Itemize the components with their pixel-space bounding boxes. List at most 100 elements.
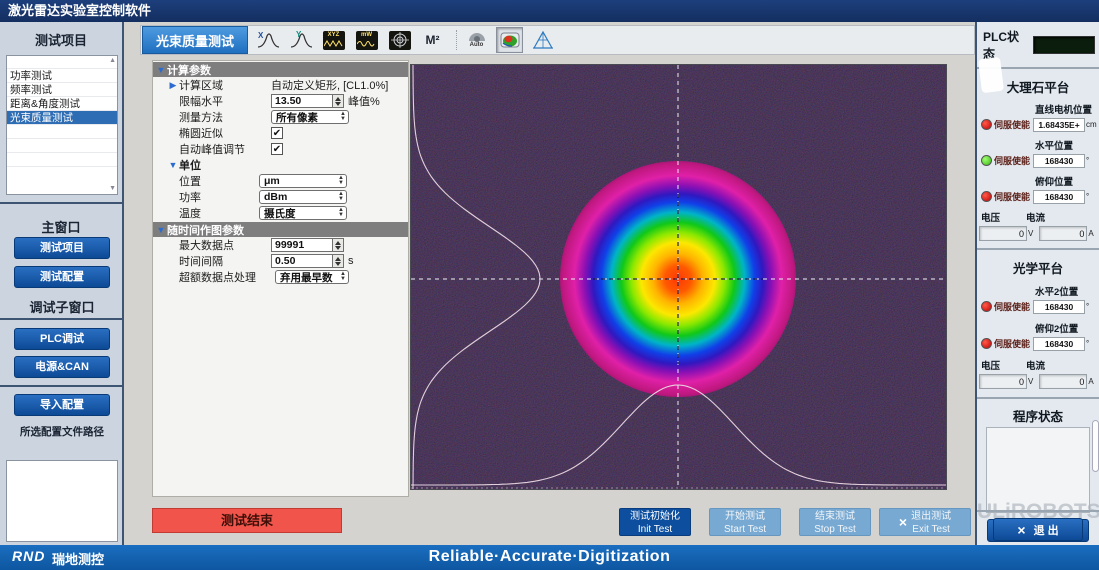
sidebar-header-test-items: 测试项目 [0, 30, 122, 49]
close-icon: × [1017, 522, 1025, 538]
stop-test-button[interactable]: 结束测试 Stop Test [799, 508, 871, 536]
power-can-button[interactable]: 电源&CAN [14, 356, 110, 378]
scroll-up-icon[interactable]: ▲ [109, 57, 116, 65]
expand-arrow-icon[interactable]: ▶ [167, 80, 179, 91]
calc-params-header[interactable]: ▼ 计算参数 [153, 62, 408, 77]
list-item-blank [7, 56, 117, 69]
m-squared-icon[interactable]: M² [419, 27, 446, 53]
servo-row-horizontal: 伺服使能 168430 ° [977, 152, 1099, 169]
exit-button[interactable]: × 退 出 [993, 518, 1083, 541]
marble-voltage-value: 0 [979, 226, 1027, 241]
power-unit-dropdown[interactable]: dBm ▲▼ [259, 190, 347, 204]
servo-led-red-icon [981, 301, 992, 312]
power-waveform-icon[interactable]: mW [353, 27, 380, 53]
init-test-button[interactable]: 测试初始化 Init Test [619, 508, 691, 536]
sidebar-item-frequency-test[interactable]: 频率测试 [7, 83, 117, 97]
param-row-clip-level: 限幅水平 峰值% [153, 93, 408, 109]
tab-beam-quality-test[interactable]: 光束质量测试 [142, 26, 248, 54]
collapse-arrow-icon[interactable]: ▼ [155, 225, 167, 235]
ellipse-checkbox[interactable]: ✔ [271, 127, 283, 139]
horizontal-gaussian-profile [411, 385, 947, 485]
divider [0, 318, 124, 320]
beam-target-icon[interactable] [386, 27, 413, 53]
overflow-dropdown[interactable]: 弃用最早数 ▲▼ [275, 270, 349, 284]
x-profile-icon[interactable]: X [254, 27, 281, 53]
beam-2d-view-icon[interactable] [496, 27, 523, 53]
program-status-title: 程序状态 [977, 406, 1099, 425]
scroll-down-icon[interactable]: ▼ [109, 185, 116, 193]
auto-exposure-icon[interactable]: Auto [463, 27, 490, 53]
dropdown-arrows-icon: ▲▼ [336, 191, 346, 203]
clip-level-spinner[interactable] [333, 94, 344, 108]
autopeak-checkbox[interactable]: ✔ [271, 143, 283, 155]
max-points-input[interactable] [271, 238, 333, 252]
config-path-box[interactable] [6, 460, 118, 542]
horizontal2-position-value: 168430 [1033, 300, 1085, 314]
beam-3d-view-icon[interactable] [529, 27, 556, 53]
x-letter: X [258, 31, 264, 40]
test-items-button[interactable]: 测试项目 [14, 237, 110, 259]
rnd-logo: RND [12, 548, 45, 564]
plc-status-indicator [1033, 36, 1095, 54]
interval-input[interactable] [271, 254, 333, 268]
position-unit-dropdown[interactable]: μm ▲▼ [259, 174, 347, 188]
measure-method-dropdown[interactable]: 所有像素 ▲▼ [271, 110, 349, 124]
divider [0, 202, 124, 204]
sidebar-item-distance-angle-test[interactable]: 距离&角度测试 [7, 97, 117, 111]
test-finished-button[interactable]: 测试结束 [152, 508, 342, 533]
profile-overlay [411, 65, 947, 490]
debug-window-header: 调试子窗口 [0, 297, 124, 316]
param-row-measure-method: 测量方法 所有像素 ▲▼ [153, 109, 408, 125]
toolbar: 光束质量测试 X Y XYZ [140, 25, 975, 55]
max-points-spinner[interactable] [333, 238, 344, 252]
param-row-units-header: ▼ 单位 [153, 157, 408, 173]
servo-led-red-icon [981, 119, 992, 130]
param-row-temp-unit: 温度 摄氏度 ▲▼ [153, 205, 408, 221]
white-sticker [978, 57, 1004, 93]
start-test-button[interactable]: 开始测试 Start Test [709, 508, 781, 536]
rnd-logo-cn: 瑞地测控 [52, 549, 104, 568]
servo-row-linear-motor: 伺服使能 1.68435E+ cm [977, 116, 1099, 133]
param-row-overflow: 超额数据点处理 弃用最早数 ▲▼ [153, 269, 408, 285]
marble-current-value: 0 [1039, 226, 1087, 241]
app-window: 激光雷达实验室控制软件 测试项目 ▲ 功率测试 频率测试 距离&角度测试 光束质… [0, 0, 1099, 570]
sidebar-item-beam-quality-test[interactable]: 光束质量测试 [7, 111, 117, 125]
param-row-interval: 时间间隔 s [153, 253, 408, 269]
plc-debug-button[interactable]: PLC调试 [14, 328, 110, 350]
scrollbar-handle[interactable] [1092, 420, 1099, 472]
time-plot-params-header[interactable]: ▼ 随时间作图参数 [153, 222, 408, 237]
collapse-arrow-icon[interactable]: ▼ [155, 65, 167, 75]
servo-row-horizontal2: 伺服使能 168430 ° [977, 298, 1099, 315]
beam-profile-display [410, 64, 947, 490]
servo-row-pitch: 伺服使能 168430 ° [977, 188, 1099, 205]
xyz-waveform-icon[interactable]: XYZ [320, 27, 347, 53]
pitch2-position-value: 168430 [1033, 337, 1085, 351]
sidebar-item-power-test[interactable]: 功率测试 [7, 69, 117, 83]
optical-platform-title: 光学平台 [977, 258, 1099, 277]
optical-current-value: 0 [1039, 374, 1087, 389]
status-bar: RND 瑞地测控 Reliable·Accurate·Digitization [0, 545, 1099, 570]
servo-led-green-icon [981, 155, 992, 166]
list-item-blank [7, 125, 117, 139]
param-row-power-unit: 功率 dBm ▲▼ [153, 189, 408, 205]
collapse-arrow-icon[interactable]: ▼ [167, 160, 179, 170]
clip-level-input[interactable] [271, 94, 333, 108]
program-status-box [986, 427, 1090, 513]
config-path-label: 所选配置文件路径 [0, 424, 124, 439]
test-config-button[interactable]: 测试配置 [14, 266, 110, 288]
y-profile-icon[interactable]: Y [287, 27, 314, 53]
param-row-ellipse: 椭圆近似 ✔ [153, 125, 408, 141]
dropdown-arrows-icon: ▲▼ [338, 271, 348, 283]
dropdown-arrows-icon: ▲▼ [336, 175, 346, 187]
optical-voltage-value: 0 [979, 374, 1027, 389]
import-config-button[interactable]: 导入配置 [14, 394, 110, 416]
right-status-panel: PLC状态 大理石平台 直线电机位置 伺服使能 1.68435E+ cm 水平位… [975, 22, 1099, 545]
servo-led-red-icon [981, 191, 992, 202]
servo-row-pitch2: 伺服使能 168430 ° [977, 335, 1099, 352]
test-item-listbox[interactable]: ▲ 功率测试 频率测试 距离&角度测试 光束质量测试 ▼ [6, 55, 118, 195]
interval-spinner[interactable] [333, 254, 344, 268]
toolbar-divider [456, 30, 457, 50]
exit-test-button[interactable]: × 退出测试 Exit Test [879, 508, 971, 536]
temp-unit-dropdown[interactable]: 摄氏度 ▲▼ [259, 206, 347, 220]
param-row-autopeak: 自动峰值调节 ✔ [153, 141, 408, 157]
